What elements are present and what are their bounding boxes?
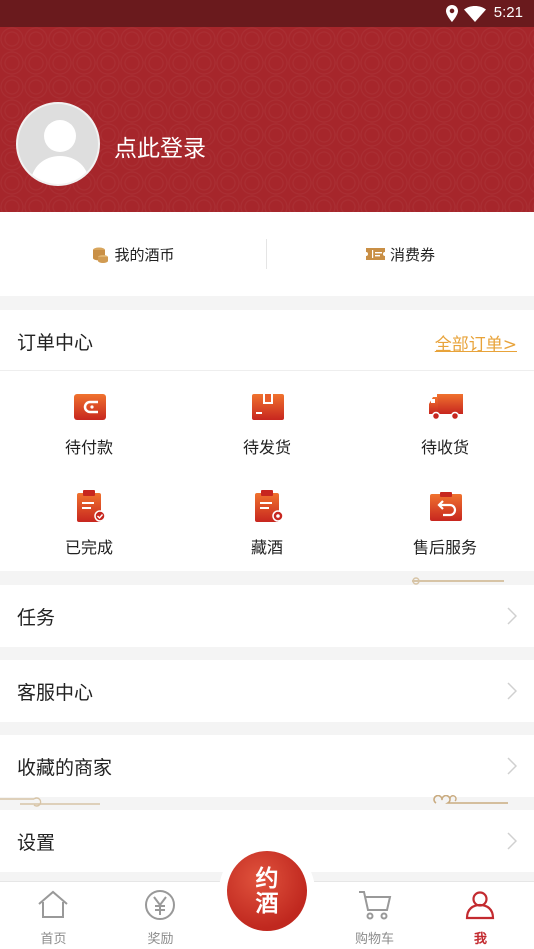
my-coins-button[interactable]: 我的酒币 — [0, 212, 267, 296]
tasks-row[interactable]: 任务 — [0, 585, 534, 647]
chevron-right-icon — [507, 607, 517, 625]
tab-cart-label: 购物车 — [354, 932, 394, 947]
return-icon — [430, 492, 462, 521]
order-completed-label: 已完成 — [64, 538, 113, 557]
order-pending-payment[interactable]: 待付款 — [0, 376, 178, 466]
wallet-icon — [74, 394, 106, 420]
clipboard-check-icon — [77, 490, 106, 522]
status-bar: 5:21 — [0, 0, 534, 27]
center-yuejiu-logo: 约 酒 — [227, 851, 307, 931]
order-to-receive[interactable]: 待收货 — [356, 376, 534, 466]
customer-service-row[interactable]: 客服中心 — [0, 660, 534, 722]
all-orders-link[interactable]: 全部订单> — [435, 330, 517, 355]
settings-label: 设置 — [17, 832, 56, 854]
clipboard-wine-icon — [255, 490, 284, 522]
tasks-label: 任务 — [17, 607, 56, 629]
center-char-2: 酒 — [255, 890, 279, 917]
order-collection-label: 藏酒 — [250, 538, 283, 557]
wifi-icon — [464, 6, 486, 22]
coupons-button[interactable]: 消费券 — [267, 212, 534, 296]
order-to-ship-label: 待发货 — [242, 438, 291, 457]
tab-home[interactable]: 首页 — [0, 882, 107, 949]
chevron-right-icon — [507, 832, 517, 850]
favorite-merchants-row[interactable]: 收藏的商家 — [0, 735, 534, 797]
chevron-right-icon — [507, 682, 517, 700]
center-yuejiu-button[interactable]: 约 酒 — [219, 843, 315, 939]
tab-me[interactable]: 我 — [427, 882, 534, 949]
cloud-decoration-left — [0, 797, 100, 807]
tab-home-label: 首页 — [40, 932, 67, 947]
order-completed[interactable]: 已完成 — [0, 476, 178, 566]
tab-cart[interactable]: 购物车 — [321, 882, 428, 949]
order-pending-payment-label: 待付款 — [64, 438, 113, 457]
tab-rewards[interactable]: 奖励 — [107, 882, 214, 949]
assets-bar: 我的酒币 消费券 — [0, 212, 534, 296]
truck-icon — [429, 394, 463, 421]
order-to-ship[interactable]: 待发货 — [178, 376, 356, 466]
customer-service-label: 客服中心 — [17, 682, 94, 704]
package-icon — [252, 394, 284, 420]
order-center: 订单中心 全部订单> 待付款 待发货 待收货 已完成 藏酒 售后服务 — [0, 310, 534, 571]
avatar[interactable] — [16, 102, 100, 186]
ticket-icon — [365, 248, 385, 260]
cart-icon — [359, 891, 392, 920]
profile-header: 点此登录 — [0, 27, 534, 212]
my-coins-label: 我的酒币 — [114, 245, 175, 264]
order-collection[interactable]: 藏酒 — [178, 476, 356, 566]
order-after-sales[interactable]: 售后服务 — [356, 476, 534, 566]
status-time: 5:21 — [493, 4, 523, 21]
coins-icon — [93, 247, 109, 263]
yen-icon — [145, 890, 175, 920]
chevron-right-icon — [507, 757, 517, 775]
default-avatar-icon — [30, 120, 90, 184]
order-center-header: 订单中心 全部订单> — [0, 310, 534, 371]
tab-me-label: 我 — [473, 932, 487, 947]
order-after-sales-label: 售后服务 — [412, 538, 477, 557]
location-icon — [446, 5, 458, 22]
tab-rewards-label: 奖励 — [147, 932, 174, 947]
user-icon — [465, 891, 495, 920]
favorite-merchants-label: 收藏的商家 — [17, 757, 113, 779]
order-center-title: 订单中心 — [17, 332, 94, 354]
login-link[interactable]: 点此登录 — [114, 129, 206, 163]
coupons-label: 消费券 — [389, 245, 435, 264]
cloud-decoration-right — [433, 795, 508, 804]
order-to-receive-label: 待收货 — [420, 438, 469, 457]
center-char-1: 约 — [255, 865, 279, 892]
home-icon — [38, 890, 68, 918]
